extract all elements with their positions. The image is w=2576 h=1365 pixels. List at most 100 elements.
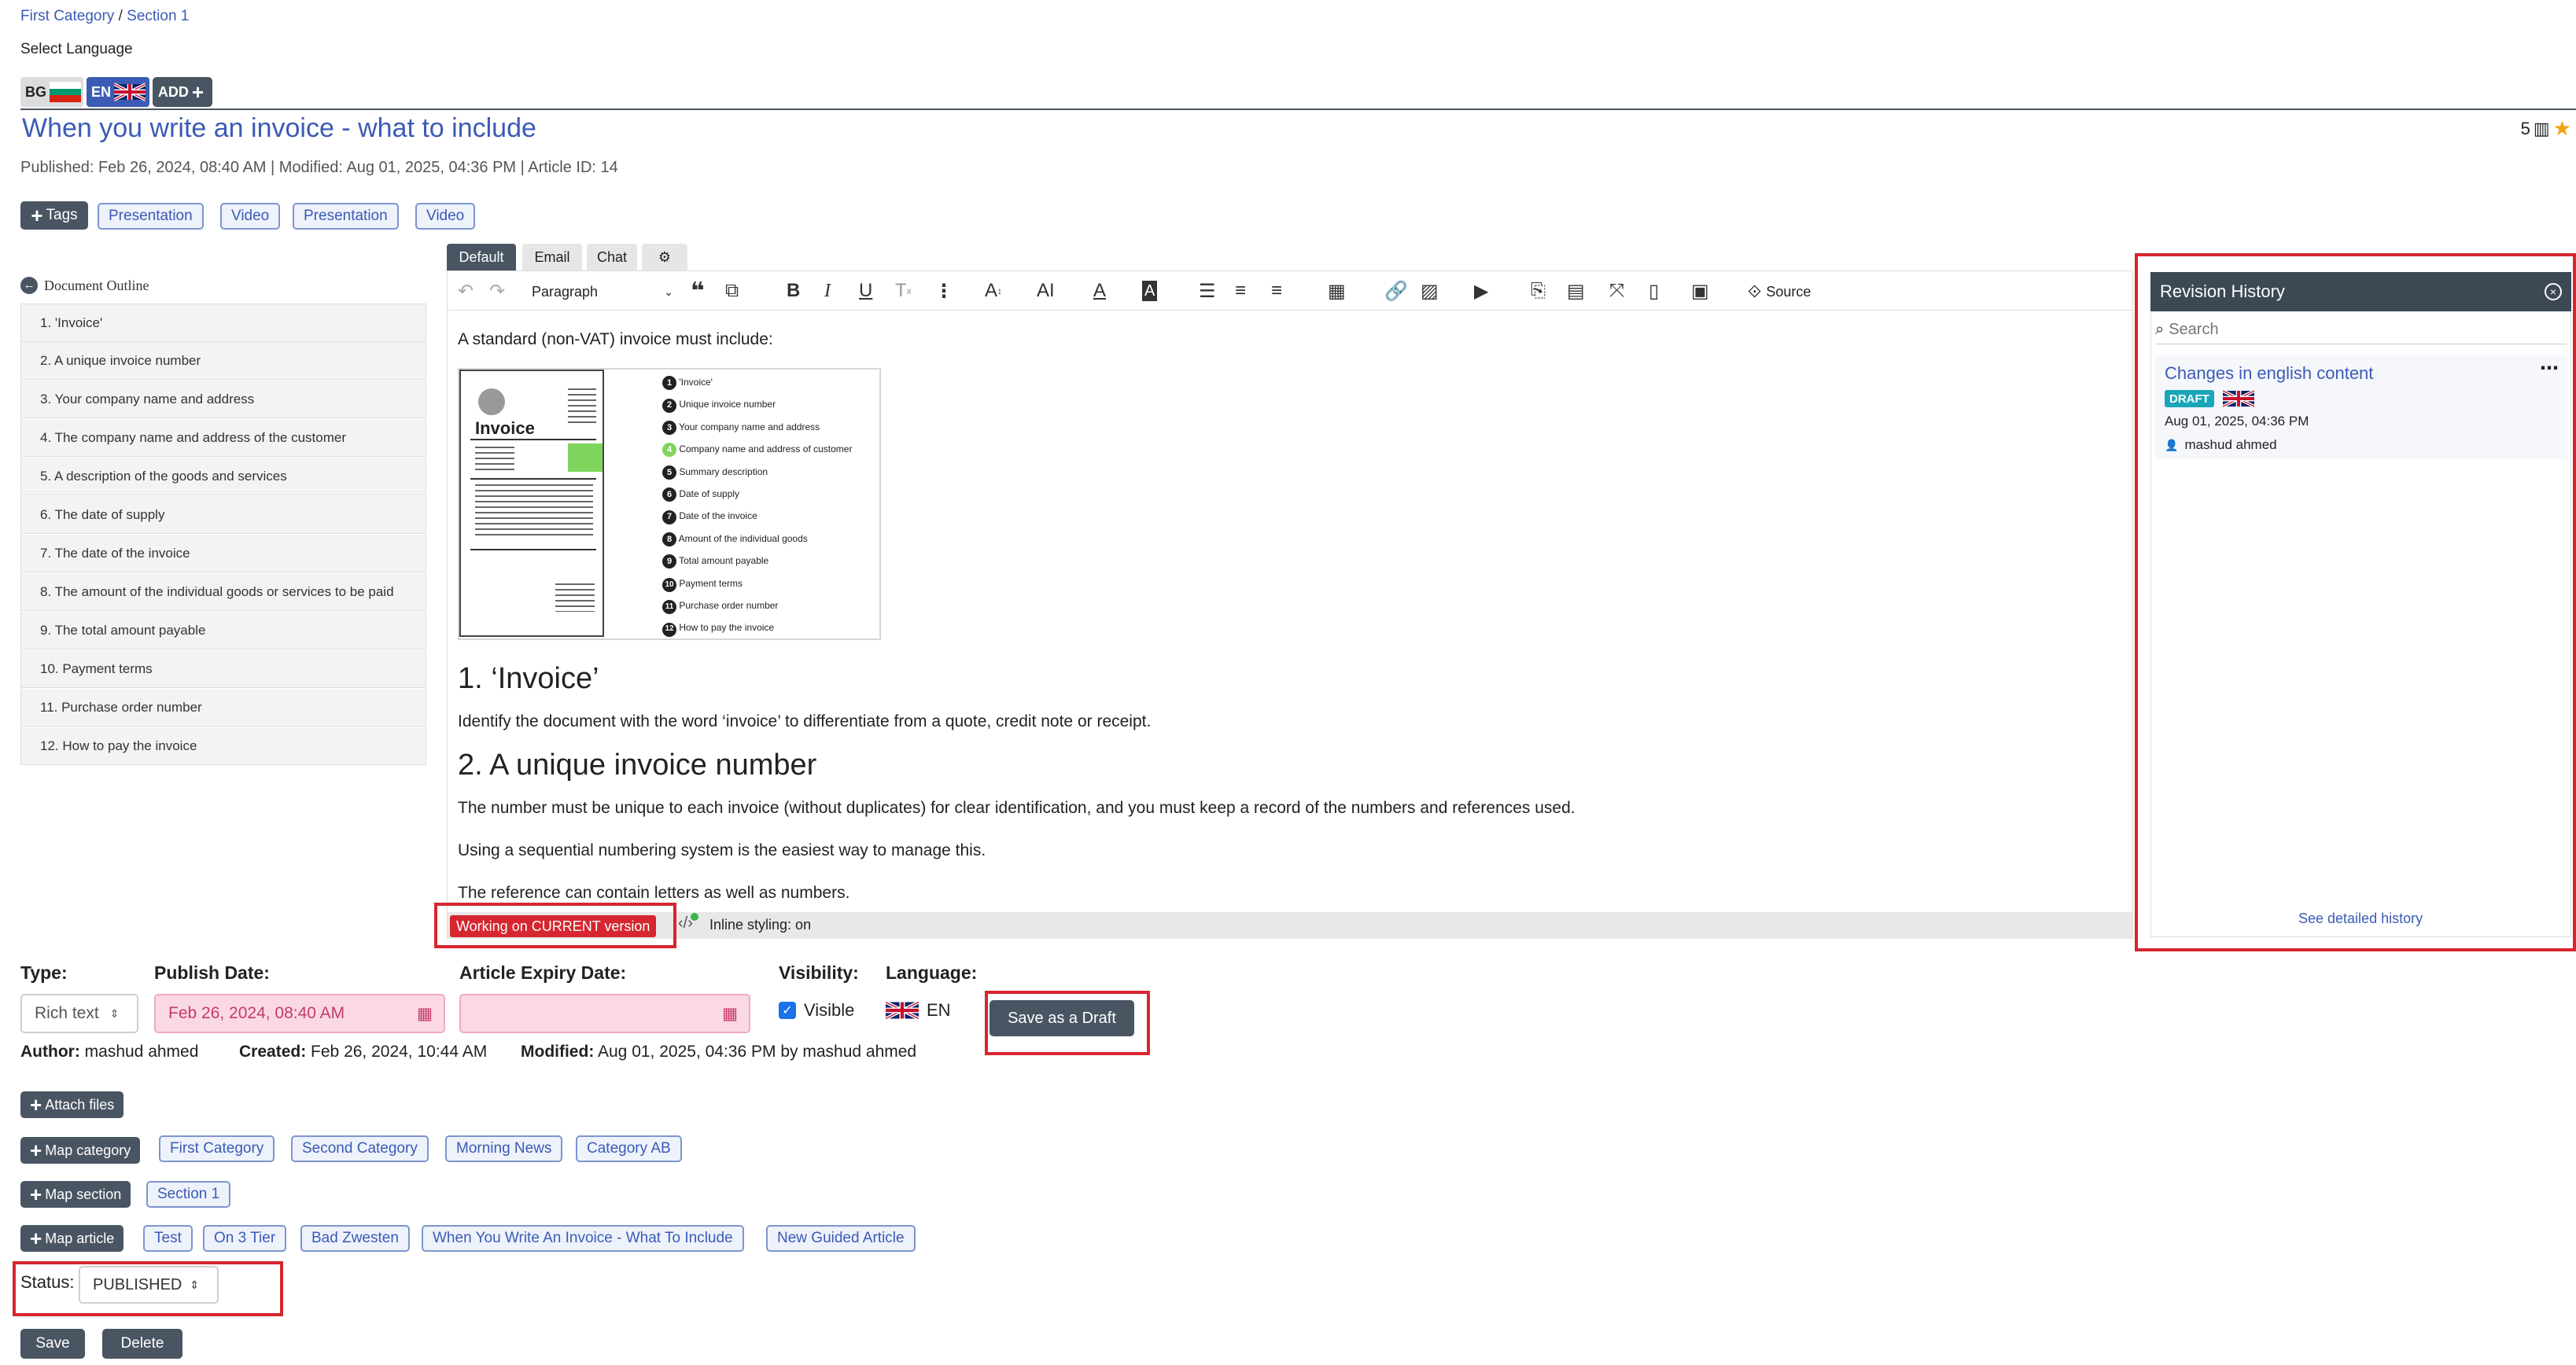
editor-tab-chat[interactable]: Chat	[587, 244, 637, 270]
article-chip[interactable]: On 3 Tier	[203, 1225, 287, 1252]
invoice-doc: Invoice	[459, 370, 604, 637]
html-embed-icon[interactable]: ▤	[1567, 277, 1585, 305]
page-break-icon[interactable]: ⎘	[1531, 277, 1546, 305]
source-button[interactable]: ⟐ Source	[1748, 280, 1811, 304]
modified-line: Modified: Aug 01, 2025, 04:36 PM by mash…	[521, 1043, 916, 1061]
map-article-button[interactable]: + Map article	[20, 1225, 124, 1252]
editor-intro: A standard (non-VAT) invoice must includ…	[458, 330, 773, 348]
numbered-list-icon[interactable]: ≡	[1235, 277, 1246, 305]
language-tab-en[interactable]: EN	[87, 77, 149, 107]
editor-tab-email[interactable]: Email	[522, 244, 582, 270]
image-icon[interactable]: ▨	[1421, 277, 1439, 305]
map-section-button[interactable]: + Map section	[20, 1181, 131, 1208]
article-rating[interactable]: 5 ▥ ★	[2521, 116, 2571, 141]
visible-checkbox[interactable]: ✓ Visible	[779, 1000, 854, 1021]
tag-chip[interactable]: Presentation	[293, 203, 399, 230]
number-10-icon: 10	[662, 577, 676, 592]
underline-icon[interactable]: U	[859, 277, 872, 305]
category-chip[interactable]: Morning News	[445, 1135, 563, 1162]
language-tab-bg[interactable]: BG	[20, 77, 83, 107]
fullscreen-icon[interactable]: ⤧	[1609, 277, 1624, 305]
outline-item[interactable]: 6. The date of supply	[20, 496, 426, 534]
section-chip[interactable]: Section 1	[146, 1181, 231, 1208]
save-button[interactable]: Save	[20, 1329, 85, 1359]
media-icon[interactable]: ▶	[1474, 277, 1488, 305]
outline-item[interactable]: 12. How to pay the invoice	[20, 727, 426, 765]
breadcrumb-first-category[interactable]: First Category	[20, 8, 114, 24]
outline-item[interactable]: 8. The amount of the individual goods or…	[20, 573, 426, 611]
more-icon[interactable]: ⋯	[2540, 357, 2559, 380]
revision-entry[interactable]: Changes in english content ⋯ DRAFT Aug 0…	[2155, 355, 2567, 459]
outline-item[interactable]: 1. 'Invoice'	[20, 304, 426, 342]
remove-format-icon[interactable]: Tx	[895, 277, 912, 305]
category-chip[interactable]: Category AB	[576, 1135, 682, 1162]
templates-icon[interactable]: ▣	[1691, 277, 1709, 305]
see-detailed-history-link[interactable]: See detailed history	[2298, 911, 2423, 927]
expiry-date-input[interactable]: ▦	[459, 994, 750, 1033]
document-outline-header[interactable]: ← Document Outline	[20, 277, 149, 294]
revision-author: 👤 mashud ahmed	[2165, 437, 2277, 452]
alignment-icon[interactable]: ≡	[1271, 277, 1282, 305]
version-highlight-box	[434, 903, 676, 948]
outline-item[interactable]: 7. The date of the invoice	[20, 535, 426, 572]
link-icon[interactable]: 🔗	[1384, 277, 1408, 305]
outline-item[interactable]: 5. A description of the goods and servic…	[20, 458, 426, 495]
content-paragraph-3: Using a sequential numbering system is t…	[458, 841, 986, 859]
breadcrumb-section[interactable]: Section 1	[127, 8, 189, 24]
close-icon[interactable]: ×	[2545, 283, 2562, 300]
type-select[interactable]: Rich text ⇕	[20, 994, 138, 1033]
article-chip[interactable]: New Guided Article	[766, 1225, 916, 1252]
tag-chip[interactable]: Presentation	[98, 203, 204, 230]
paragraph-select[interactable]: Paragraph ⌄	[532, 280, 673, 304]
tag-chip[interactable]: Video	[220, 203, 281, 230]
blockquote-icon[interactable]: ❝	[691, 277, 705, 305]
insert-template-icon[interactable]: ⧉	[725, 277, 739, 305]
outline-item[interactable]: 2. A unique invoice number	[20, 342, 426, 380]
outline-item[interactable]: 3. Your company name and address	[20, 381, 426, 418]
plus-icon: +	[30, 1183, 42, 1206]
background-color-icon[interactable]: A	[1142, 281, 1158, 301]
tag-chip[interactable]: Video	[415, 203, 476, 230]
number-2-icon: 2	[662, 398, 676, 413]
outline-item[interactable]: 9. The total amount payable	[20, 612, 426, 649]
revision-search-input[interactable]	[2169, 321, 2547, 339]
read-mode-icon[interactable]: ▯	[1649, 277, 1659, 305]
save-as-draft-button[interactable]: Save as a Draft	[989, 1000, 1134, 1036]
tags-button[interactable]: + Tags	[20, 201, 88, 230]
plus-icon: +	[191, 80, 205, 104]
category-chip[interactable]: First Category	[159, 1135, 275, 1162]
outline-item[interactable]: 10. Payment terms	[20, 650, 426, 688]
more-options-icon[interactable]: ⋮	[934, 277, 953, 305]
font-size-icon[interactable]: A ↕	[985, 277, 1002, 305]
font-family-icon[interactable]: AI	[1037, 277, 1055, 305]
publish-date-input[interactable]: Feb 26, 2024, 08:40 AM ▦	[154, 994, 445, 1033]
uk-flag-icon	[2223, 389, 2254, 408]
table-icon[interactable]: ▦	[1328, 277, 1346, 305]
outline-item[interactable]: 11. Purchase order number	[20, 689, 426, 727]
revision-search[interactable]: ⌕	[2155, 316, 2567, 344]
map-category-button[interactable]: + Map category	[20, 1137, 141, 1164]
editor-tab-default[interactable]: Default	[447, 244, 516, 270]
bulleted-list-icon[interactable]: ☰	[1199, 277, 1216, 305]
italic-icon[interactable]: I	[824, 277, 831, 305]
legend-item: 4 Company name and address of customer	[662, 438, 875, 460]
revision-entry-title[interactable]: Changes in english content	[2165, 363, 2373, 384]
category-chip[interactable]: Second Category	[291, 1135, 429, 1162]
add-language-button[interactable]: ADD +	[153, 77, 212, 107]
redo-icon[interactable]: ↷	[489, 277, 505, 305]
status-select[interactable]: PUBLISHED ⇕	[79, 1266, 219, 1304]
article-chip[interactable]: When You Write An Invoice - What To Incl…	[422, 1225, 744, 1252]
article-chip[interactable]: Test	[143, 1225, 193, 1252]
bold-icon[interactable]: B	[787, 277, 800, 305]
attach-files-button[interactable]: + Attach files	[20, 1091, 124, 1118]
article-chip[interactable]: Bad Zwesten	[300, 1225, 410, 1252]
editor-status-bar	[448, 912, 2132, 939]
title-divider	[20, 109, 2576, 110]
checkbox-checked-icon[interactable]: ✓	[779, 1002, 796, 1019]
delete-button[interactable]: Delete	[102, 1329, 182, 1359]
editor-tab-settings[interactable]: ⚙	[642, 244, 687, 270]
language-code-bg: BG	[25, 83, 46, 100]
outline-item[interactable]: 4. The company name and address of the c…	[20, 419, 426, 457]
font-color-icon[interactable]: A	[1093, 277, 1106, 305]
undo-icon[interactable]: ↶	[458, 277, 474, 305]
